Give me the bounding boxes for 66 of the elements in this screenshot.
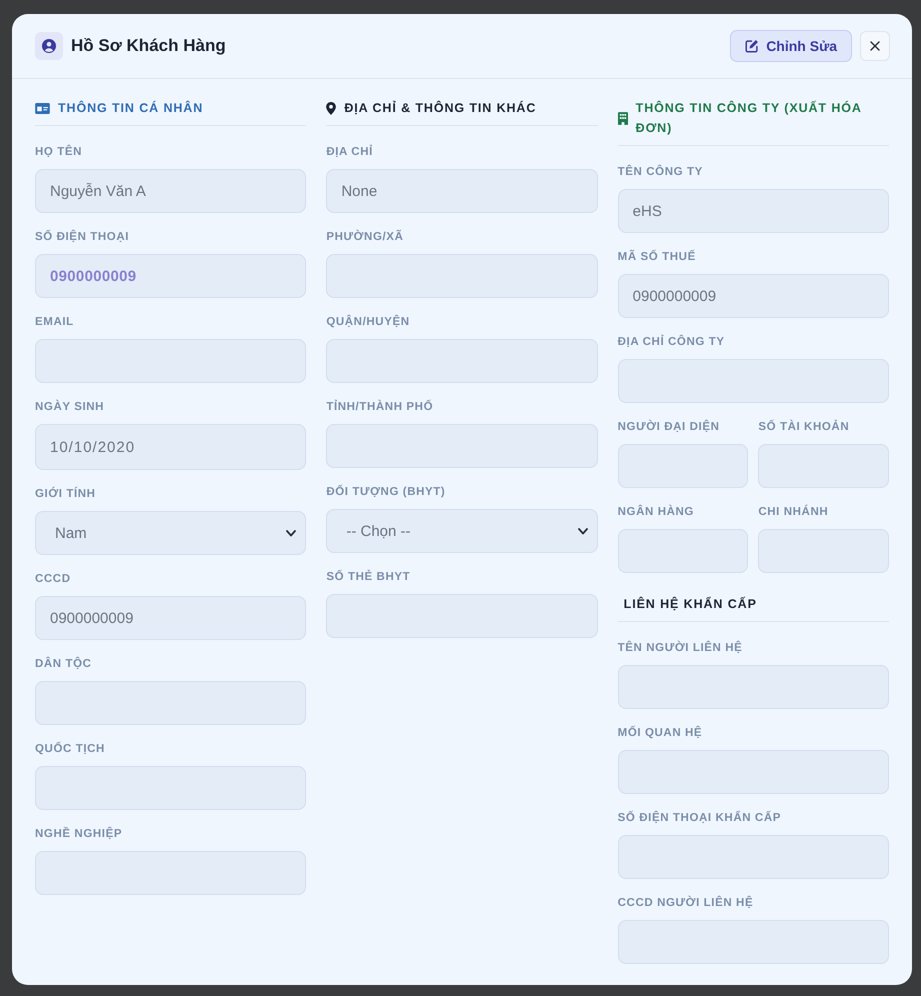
field-label: CCCD	[35, 572, 72, 586]
input-field[interactable]	[758, 444, 889, 488]
field-label: MỐI QUAN HỆ	[618, 726, 704, 740]
section-heading: ĐỊA CHỈ & THÔNG TIN KHÁC	[344, 100, 536, 117]
input-field[interactable]	[618, 665, 889, 709]
input-field[interactable]	[618, 529, 748, 573]
input-field[interactable]	[35, 339, 306, 383]
input-field[interactable]	[326, 594, 598, 638]
field-label: EMAIL	[35, 315, 75, 329]
field-label: DÂN TỘC	[35, 657, 93, 671]
field-label: GIỚI TÍNH	[35, 487, 97, 501]
field-label: NGHỀ NGHIỆP	[35, 827, 124, 841]
field-label: TỈNH/THÀNH PHỐ	[326, 400, 434, 414]
field-label: NGÂN HÀNG	[618, 505, 695, 519]
field-label: QUẬN/HUYỆN	[326, 315, 411, 329]
section-heading: THÔNG TIN CÁ NHÂN	[58, 100, 204, 117]
date-field[interactable]: 10/10/2020	[35, 424, 306, 470]
input-field[interactable]	[326, 254, 598, 298]
id-card-icon	[35, 102, 50, 114]
field-label: NGƯỜI ĐẠI DIỆN	[618, 420, 721, 434]
field-label: TÊN CÔNG TY	[618, 165, 704, 179]
field-label: SỐ ĐIỆN THOẠI KHẨN CẤP	[618, 811, 782, 825]
input-field[interactable]	[618, 920, 889, 964]
chevron-down-icon	[578, 528, 588, 534]
building-icon	[618, 112, 628, 124]
dialog-title: Hồ Sơ Khách Hàng	[71, 36, 226, 56]
input-field[interactable]	[618, 835, 889, 879]
field-label: ĐỊA CHỈ	[326, 145, 374, 159]
field-label: SỐ TÀI KHOẢN	[758, 420, 850, 434]
field-label: SỐ ĐIỆN THOẠI	[35, 230, 130, 244]
input-field[interactable]: eHS	[618, 189, 889, 233]
field-label: CCCD NGƯỜI LIÊN HỆ	[618, 896, 754, 910]
close-button[interactable]	[860, 31, 890, 61]
map-pin-icon	[326, 102, 336, 114]
select-field[interactable]: -- Chọn --	[326, 509, 598, 553]
field-label: NGÀY SINH	[35, 400, 106, 414]
input-field[interactable]	[35, 851, 306, 895]
field-label: QUỐC TỊCH	[35, 742, 106, 756]
field-label: MÃ SỐ THUẾ	[618, 250, 697, 264]
field-label: HỌ TÊN	[35, 145, 84, 159]
input-field[interactable]	[758, 529, 889, 573]
select-field[interactable]: Nam	[35, 511, 306, 555]
input-field[interactable]	[35, 766, 306, 810]
input-field[interactable]	[35, 681, 306, 725]
input-field[interactable]: None	[326, 169, 598, 213]
edit-button[interactable]: Chỉnh Sửa	[730, 30, 852, 62]
input-field[interactable]: Nguyễn Văn A	[35, 169, 306, 213]
field-label: TÊN NGƯỜI LIÊN HỆ	[618, 641, 744, 655]
section-heading: THÔNG TIN CÔNG TY (XUẤT HÓA ĐƠN)	[636, 100, 862, 137]
field-label: CHI NHÁNH	[758, 505, 830, 519]
phone-field[interactable]: 0900000009	[35, 254, 306, 298]
pencil-square-icon	[745, 39, 760, 53]
input-field[interactable]	[618, 750, 889, 794]
close-icon	[870, 41, 880, 51]
field-label: ĐỐI TƯỢNG (BHYT)	[326, 485, 446, 499]
section-heading: LIÊN HỆ KHẨN CẤP	[624, 596, 757, 613]
input-field[interactable]: 0900000009	[618, 274, 889, 318]
field-label: ĐỊA CHỈ CÔNG TY	[618, 335, 726, 349]
input-field[interactable]	[618, 444, 748, 488]
input-field[interactable]	[618, 359, 889, 403]
field-label: SỐ THẺ BHYT	[326, 570, 412, 584]
chevron-down-icon	[286, 530, 296, 536]
input-field[interactable]: 0900000009	[35, 596, 306, 640]
input-field[interactable]	[326, 424, 598, 468]
input-field[interactable]	[326, 339, 598, 383]
field-label: PHƯỜNG/XÃ	[326, 230, 404, 244]
